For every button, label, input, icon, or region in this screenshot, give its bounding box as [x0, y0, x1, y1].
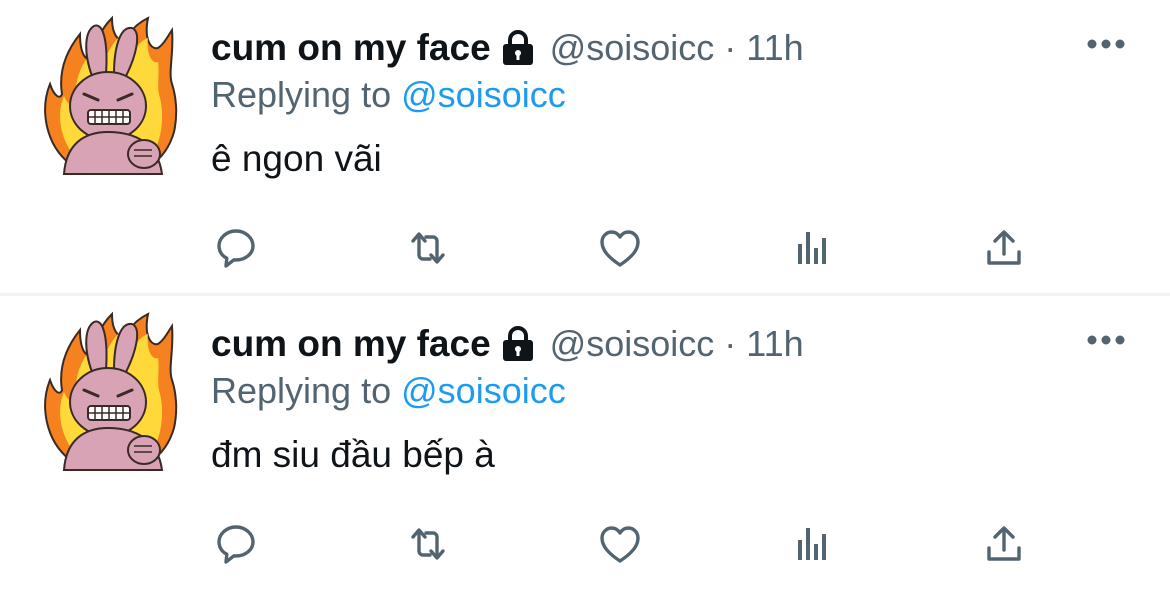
views-icon[interactable]	[784, 220, 840, 276]
replying-to: Replying to @soisoicc	[211, 370, 566, 412]
tweet[interactable]: cum on my face @soisoicc · 11h Replying …	[0, 296, 1170, 593]
tweet-header: cum on my face @soisoicc · 11h	[211, 24, 804, 72]
author-display-name[interactable]: cum on my face	[211, 27, 491, 69]
replying-to-label: Replying to	[211, 74, 392, 115]
timestamp[interactable]: 11h	[746, 323, 803, 365]
tweet[interactable]: cum on my face @soisoicc · 11h Replying …	[0, 0, 1170, 296]
retweet-icon[interactable]	[400, 516, 456, 572]
author-handle[interactable]: @soisoicc	[550, 27, 715, 69]
retweet-icon[interactable]	[400, 220, 456, 276]
reply-icon[interactable]	[208, 516, 264, 572]
share-icon[interactable]	[976, 516, 1032, 572]
tweet-header: cum on my face @soisoicc · 11h	[211, 320, 804, 368]
action-bar	[0, 516, 1170, 572]
avatar[interactable]	[40, 310, 178, 472]
separator-dot: ·	[724, 27, 737, 68]
author-display-name[interactable]: cum on my face	[211, 323, 491, 365]
author-handle[interactable]: @soisoicc	[550, 323, 715, 365]
replying-to-mention[interactable]: @soisoicc	[401, 370, 566, 411]
reply-thread: cum on my face @soisoicc · 11h Replying …	[0, 0, 1170, 593]
lock-icon	[500, 325, 536, 363]
replying-to-label: Replying to	[211, 370, 392, 411]
lock-icon	[500, 29, 536, 67]
views-icon[interactable]	[784, 516, 840, 572]
reply-icon[interactable]	[208, 220, 264, 276]
like-icon[interactable]	[592, 516, 648, 572]
more-options-icon[interactable]	[1086, 26, 1126, 62]
timestamp[interactable]: 11h	[746, 27, 803, 69]
share-icon[interactable]	[976, 220, 1032, 276]
tweet-text: đm siu đầu bếp à	[211, 434, 495, 475]
separator-dot: ·	[724, 323, 737, 364]
more-options-icon[interactable]	[1086, 322, 1126, 358]
replying-to: Replying to @soisoicc	[211, 74, 566, 116]
action-bar	[0, 220, 1170, 276]
replying-to-mention[interactable]: @soisoicc	[401, 74, 566, 115]
tweet-text: ê ngon vãi	[211, 138, 382, 179]
avatar[interactable]	[40, 14, 178, 176]
like-icon[interactable]	[592, 220, 648, 276]
